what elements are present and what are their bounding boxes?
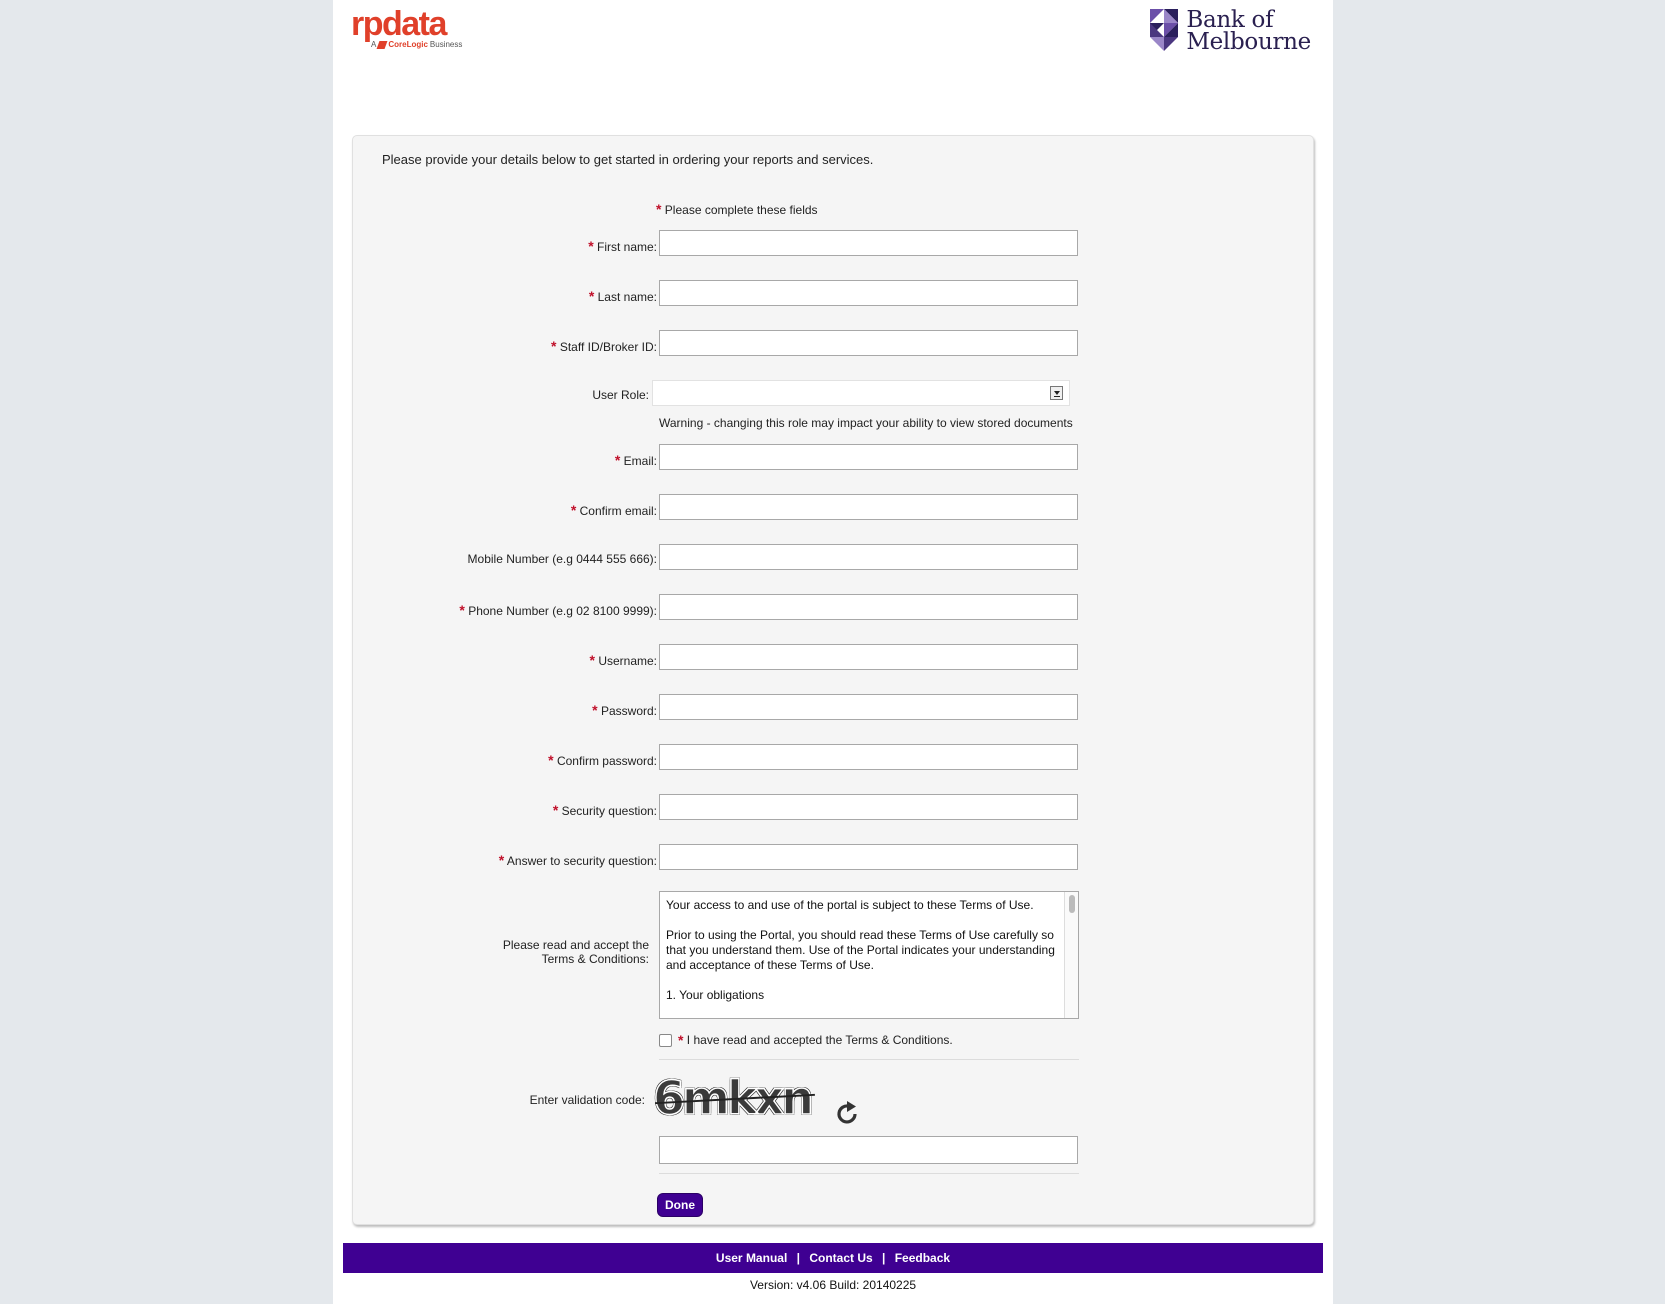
first-name-input[interactable] [659,230,1078,256]
tagline-brand: CoreLogic [388,40,428,49]
email-input[interactable] [659,444,1078,470]
footer-separator: | [796,1251,800,1265]
dropdown-arrow-icon[interactable] [1050,386,1063,400]
terms-scrollbar-thumb[interactable] [1069,895,1075,913]
corelogic-mark-icon [376,40,388,49]
captcha-input[interactable] [659,1136,1078,1164]
staff-id-row: * Staff ID/Broker ID: [353,330,1313,360]
terms-paragraph: 1. Your obligations [666,988,765,1002]
accept-terms-row: * I have read and accepted the Terms & C… [659,1032,953,1048]
bank-logo-text: Bank of Melbourne [1186,7,1311,55]
mobile-label: Mobile Number (e.g 0444 555 666): [467,552,657,566]
username-label: * Username: [589,652,657,668]
first-name-label: * First name: [588,238,657,254]
captcha-label: Enter validation code: [529,1093,645,1107]
first-name-row: * First name: [353,230,1313,260]
required-note: * Please complete these fields [656,201,818,217]
accept-terms-label[interactable]: I have read and accepted the Terms & Con… [687,1033,953,1047]
rpdata-logo-text: rpdata [351,5,447,43]
mobile-input[interactable] [659,544,1078,570]
confirm-email-input[interactable] [659,494,1078,520]
phone-row: * Phone Number (e.g 02 8100 9999): [353,594,1313,624]
user-manual-link[interactable]: User Manual [716,1251,787,1265]
password-row: * Password: [353,694,1313,724]
security-question-row: * Security question: [353,794,1313,824]
divider [659,1059,1079,1060]
done-button[interactable]: Done [657,1193,703,1217]
user-role-select[interactable] [652,380,1070,406]
bank-of-melbourne-logo-icon [1150,9,1179,51]
form-intro: Please provide your details below to get… [382,152,874,167]
page: rpdata A CoreLogic Business Bank of Melb… [333,0,1333,1304]
user-role-label: User Role: [592,388,649,402]
required-asterisk: * [678,1032,684,1048]
rpdata-tagline: A CoreLogic Business [371,40,462,49]
divider [659,1173,1079,1174]
contact-us-link[interactable]: Contact Us [809,1251,872,1265]
username-row: * Username: [353,644,1313,674]
last-name-row: * Last name: [353,280,1313,310]
password-input[interactable] [659,694,1078,720]
mobile-row: Mobile Number (e.g 0444 555 666): [353,544,1313,574]
registration-form: Please provide your details below to get… [352,135,1314,1225]
confirm-password-label: * Confirm password: [548,752,657,768]
accept-terms-checkbox[interactable] [659,1033,672,1047]
role-warning: Warning - changing this role may impact … [659,416,1073,430]
last-name-label: * Last name: [588,288,657,304]
footer-separator: | [882,1251,886,1265]
security-answer-row: * Answer to security question: [353,844,1313,874]
username-input[interactable] [659,644,1078,670]
confirm-email-label: * Confirm email: [570,502,657,518]
confirm-password-row: * Confirm password: [353,744,1313,774]
security-question-input[interactable] [659,794,1078,820]
security-answer-label: * Answer to security question: [498,852,657,868]
refresh-icon[interactable] [835,1101,861,1127]
tagline-prefix: A [371,40,377,49]
feedback-link[interactable]: Feedback [895,1251,950,1265]
terms-label: Please read and accept the Terms & Condi… [502,938,649,966]
staff-id-input[interactable] [659,330,1078,356]
bank-logo-line2: Melbourne [1186,29,1311,55]
footer-bar: User Manual | Contact Us | Feedback [343,1243,1323,1273]
phone-input[interactable] [659,594,1078,620]
bank-of-melbourne-logo[interactable]: Bank of Melbourne [1150,7,1311,55]
last-name-input[interactable] [659,280,1078,306]
confirm-password-input[interactable] [659,744,1078,770]
terms-textarea[interactable]: Your access to and use of the portal is … [659,891,1079,1019]
required-asterisk: * [656,201,662,217]
bank-logo-line1: Bank of [1186,7,1274,33]
staff-id-label: * Staff ID/Broker ID: [551,338,657,354]
password-label: * Password: [592,702,657,718]
user-role-row: User Role: [353,380,1313,410]
terms-scrollbar[interactable] [1064,892,1078,1018]
security-question-label: * Security question: [552,802,657,818]
phone-label: * Phone Number (e.g 02 8100 9999): [459,602,657,618]
security-answer-input[interactable] [659,844,1078,870]
required-note-text: Please complete these fields [664,203,818,217]
version-text: Version: v4.06 Build: 20140225 [749,1278,917,1292]
email-label: * Email: [614,452,657,468]
confirm-email-row: * Confirm email: [353,494,1313,524]
email-row: * Email: [353,444,1313,474]
terms-paragraph: Your access to and use of the portal is … [666,898,1034,912]
tagline-suffix: Business [429,40,463,49]
rpdata-logo[interactable]: rpdata A CoreLogic Business [351,6,462,49]
terms-paragraph: Prior to using the Portal, you should re… [666,928,1055,972]
